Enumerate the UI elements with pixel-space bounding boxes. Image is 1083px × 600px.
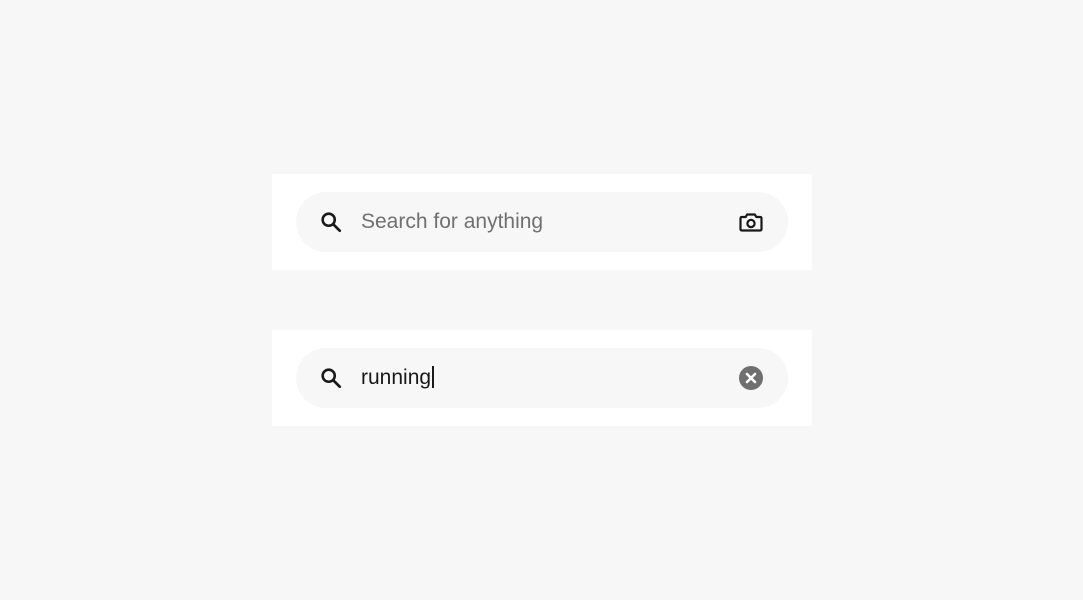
search-bar-active[interactable]: running: [296, 348, 788, 408]
search-input[interactable]: running: [361, 348, 721, 408]
search-input-placeholder[interactable]: Search for anything: [361, 192, 721, 252]
camera-icon[interactable]: [738, 209, 764, 235]
text-cursor: [432, 366, 435, 389]
search-active-card: running: [272, 330, 812, 426]
search-icon: [321, 368, 342, 389]
search-icon: [321, 212, 342, 233]
clear-icon[interactable]: [738, 365, 764, 391]
search-default-card: Search for anything: [272, 174, 812, 270]
search-input-value: running: [361, 366, 432, 389]
search-bar-default[interactable]: Search for anything: [296, 192, 788, 252]
